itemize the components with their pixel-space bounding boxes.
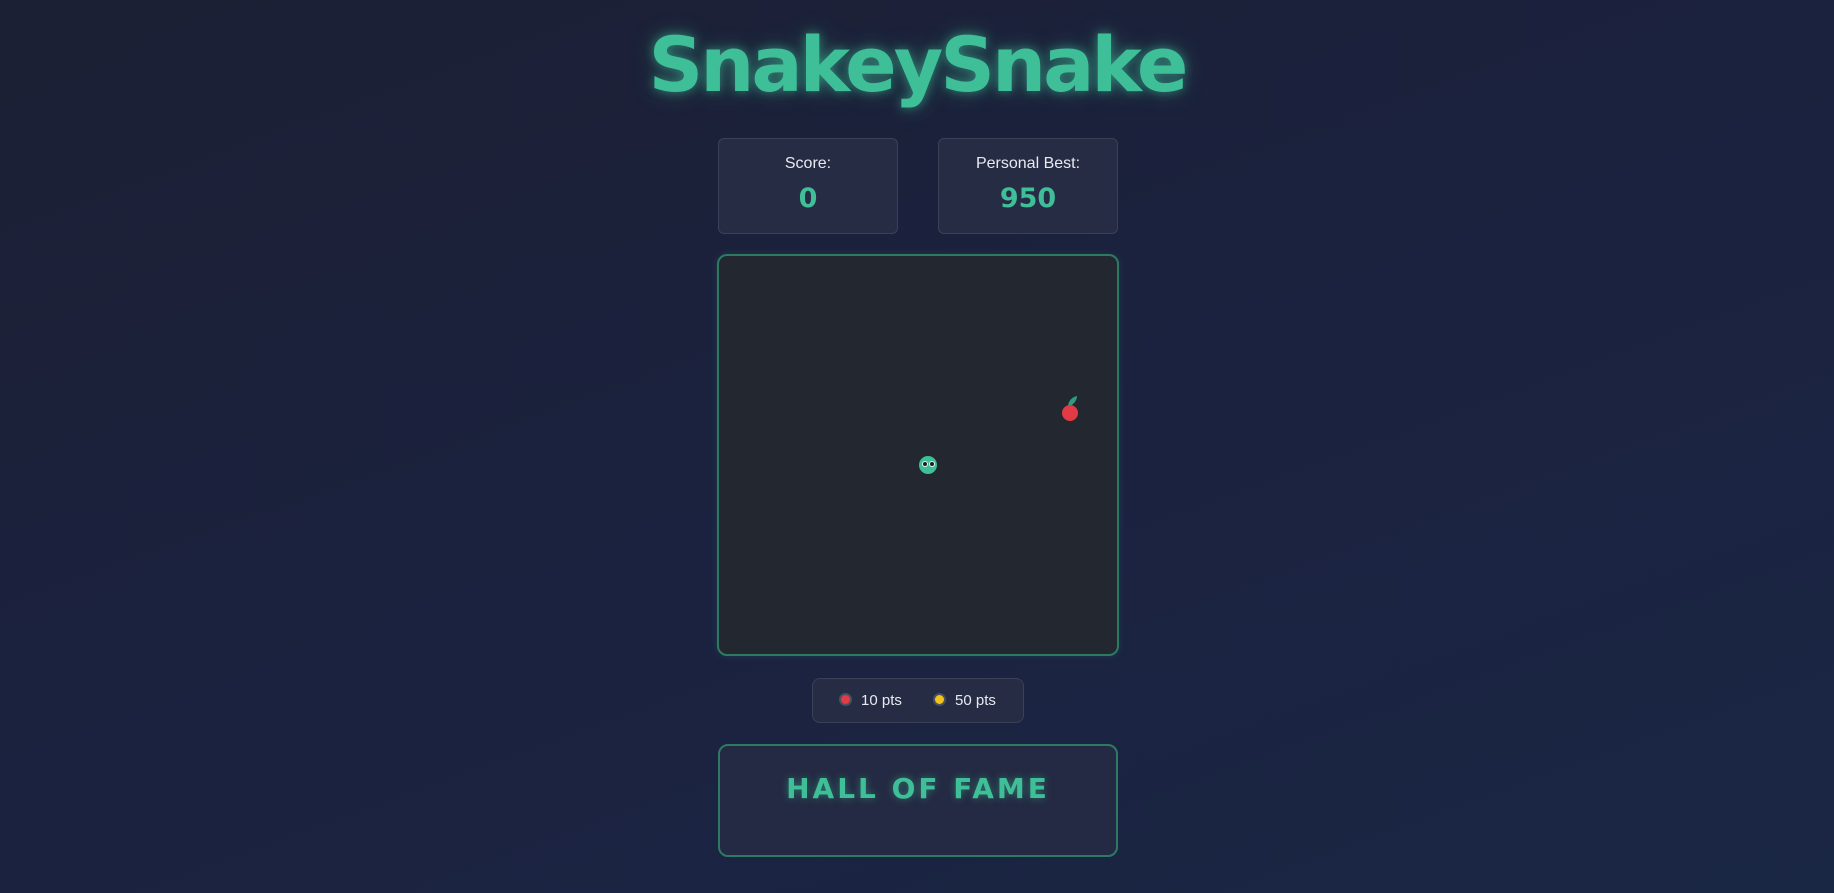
score-value: 0 bbox=[798, 183, 818, 214]
game-title: SnakeySnake bbox=[648, 20, 1189, 109]
personal-best-label: Personal Best: bbox=[975, 155, 1081, 172]
game-board[interactable] bbox=[717, 254, 1119, 656]
snake-head-icon bbox=[919, 456, 937, 474]
snake-right-eye bbox=[929, 461, 935, 467]
legend-red-label: 10 pts bbox=[861, 692, 902, 709]
score-panel: Score: 0 bbox=[718, 138, 898, 234]
legend-item-gold: 50 pts bbox=[933, 679, 996, 722]
legend-item-red: 10 pts bbox=[839, 679, 902, 722]
personal-best-value: 950 bbox=[999, 183, 1057, 214]
hall-of-fame-panel: HALL OF FAME bbox=[718, 744, 1118, 857]
gold-food-dot-icon bbox=[933, 693, 946, 706]
red-food-dot-icon bbox=[839, 693, 852, 706]
apple-icon bbox=[1062, 396, 1078, 421]
points-legend: 10 pts 50 pts bbox=[812, 678, 1024, 723]
score-label: Score: bbox=[784, 155, 832, 172]
legend-gold-label: 50 pts bbox=[955, 692, 996, 709]
snake-left-eye bbox=[922, 461, 928, 467]
hall-of-fame-title: HALL OF FAME bbox=[786, 772, 1050, 805]
personal-best-panel: Personal Best: 950 bbox=[938, 138, 1118, 234]
